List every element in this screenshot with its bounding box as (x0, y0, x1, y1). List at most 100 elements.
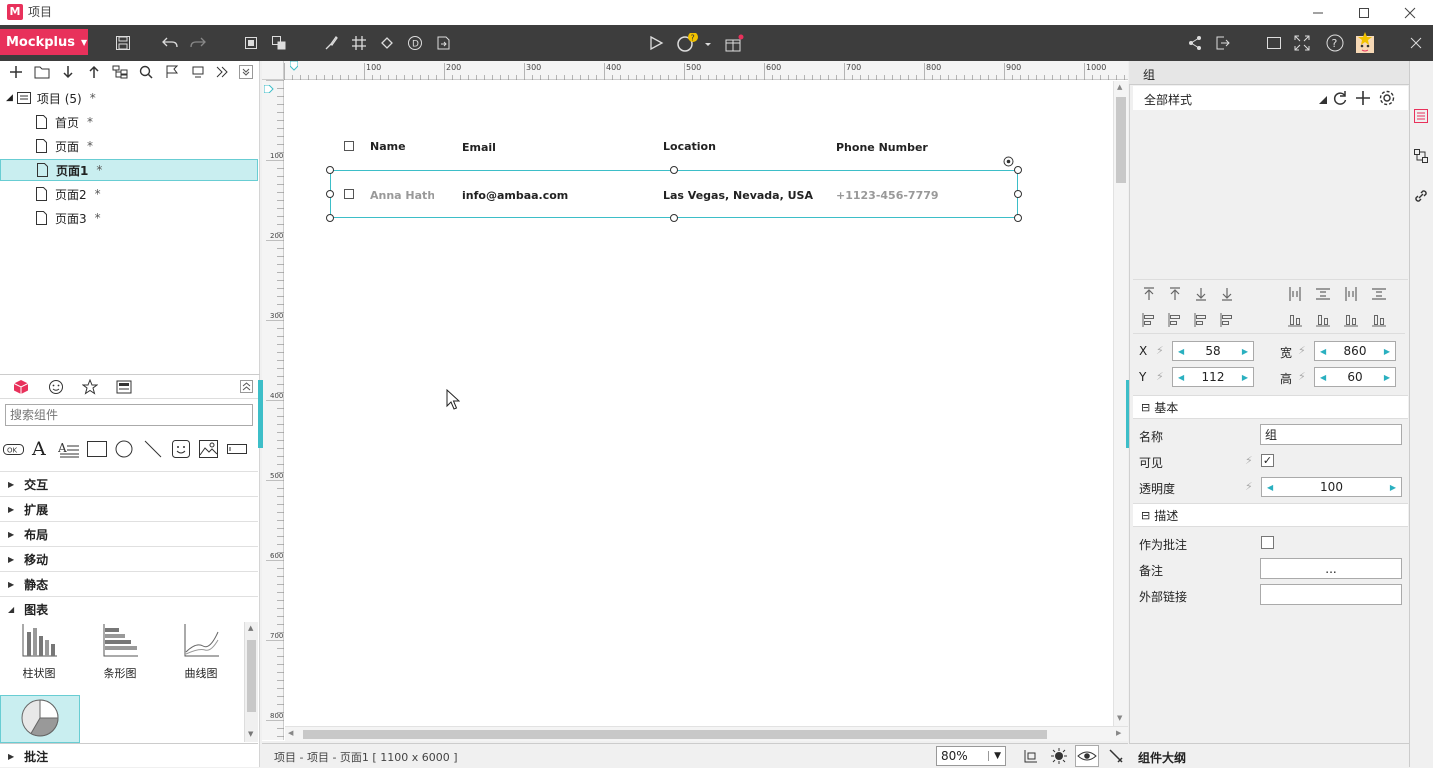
outline-tab[interactable]: 组件大纲 (1129, 743, 1433, 767)
rotate-handle-icon[interactable] (1003, 156, 1014, 167)
decrement-icon[interactable]: ◀ (1178, 373, 1184, 382)
avatar[interactable] (1354, 32, 1374, 53)
category-item[interactable]: ◢ 图表 (0, 596, 258, 621)
fullscreen-icon[interactable] (1292, 33, 1312, 53)
save-icon[interactable] (113, 33, 133, 53)
bar-chart-component[interactable]: 柱状图 (9, 622, 69, 681)
properties-tab-icon[interactable] (1413, 108, 1429, 124)
resize-handle-t[interactable] (670, 166, 678, 174)
equal-width-icon[interactable] (1219, 312, 1235, 328)
header-name[interactable]: Name (370, 140, 406, 153)
tree-expand-icon[interactable]: ◢ (6, 93, 13, 103)
stamp-icon[interactable] (189, 63, 207, 81)
more-icon[interactable] (213, 63, 231, 81)
text-component-icon[interactable]: A (32, 438, 46, 460)
search-icon[interactable] (137, 63, 155, 81)
style-settings-icon[interactable] (1378, 89, 1396, 107)
move-up-icon[interactable] (85, 63, 103, 81)
x-lightning-icon[interactable]: ⚡ (1156, 344, 1164, 357)
add-page-icon[interactable] (7, 63, 25, 81)
component-search-input[interactable] (5, 404, 253, 426)
category-item[interactable]: ▶ 扩展 (0, 496, 258, 521)
decrement-icon[interactable]: ◀ (1320, 373, 1326, 382)
add-style-icon[interactable] (1355, 90, 1371, 106)
collapse-library-icon[interactable] (240, 380, 253, 393)
visible-lightning-icon[interactable]: ⚡ (1245, 454, 1253, 467)
height-lightning-icon[interactable]: ⚡ (1298, 370, 1306, 383)
library-scrollbar[interactable]: ▲ ▼ (244, 622, 258, 742)
emoji-component-icon[interactable] (172, 440, 190, 458)
tools-icon[interactable] (1107, 747, 1125, 765)
tree-page-item[interactable]: 页面1 * (0, 159, 258, 181)
help-icon[interactable]: ? (1325, 33, 1345, 53)
emoji-tab-icon[interactable] (45, 377, 67, 397)
line-chart-component[interactable]: 曲线图 (171, 622, 231, 681)
basic-section-header[interactable]: ⊟ 基本 (1133, 395, 1408, 419)
category-item[interactable]: ▶ 移动 (0, 546, 258, 571)
tree-page-item[interactable]: 页面3 * (0, 207, 258, 229)
folder-icon[interactable] (33, 63, 51, 81)
align-bottom-icon[interactable] (1343, 312, 1359, 328)
header-email[interactable]: Email (462, 141, 496, 154)
input-component-icon[interactable] (227, 444, 247, 454)
increment-icon[interactable]: ▶ (1384, 373, 1390, 382)
width-stepper[interactable]: ◀ 860 ▶ (1314, 341, 1396, 361)
style-dropdown-icon[interactable] (1319, 96, 1327, 104)
left-panel-splitter[interactable] (258, 380, 263, 448)
send-to-back-icon[interactable] (1219, 286, 1235, 302)
redo-icon[interactable] (188, 33, 208, 53)
opacity-lightning-icon[interactable]: ⚡ (1245, 480, 1253, 493)
category-annotation[interactable]: ▶ 批注 (0, 743, 258, 768)
eye-icon[interactable] (1075, 745, 1099, 767)
group-icon[interactable] (241, 33, 261, 53)
horizontal-scrollbar[interactable]: ◀ ▶ (285, 726, 1128, 741)
brand-menu-button[interactable]: Mockplus ▼ (0, 29, 88, 55)
collapse-section-icon[interactable]: ⊟ (1141, 509, 1150, 522)
grid-icon[interactable] (349, 33, 369, 53)
header-location[interactable]: Location (663, 140, 716, 153)
image-component-icon[interactable] (199, 440, 218, 458)
opacity-stepper[interactable]: ◀ 100 ▶ (1261, 477, 1402, 497)
move-forward-icon[interactable] (1167, 286, 1183, 302)
preview-play-icon[interactable] (646, 33, 666, 53)
link-tab-icon[interactable] (1413, 188, 1429, 204)
align-middle-icon[interactable] (1315, 312, 1331, 328)
style-select[interactable]: 全部样式 (1133, 86, 1408, 110)
tree-page-item[interactable]: 页面2 * (0, 183, 258, 205)
align-right-icon[interactable] (1193, 312, 1209, 328)
decrement-icon[interactable]: ◀ (1178, 347, 1184, 356)
close-button[interactable] (1387, 0, 1433, 25)
zoom-select[interactable]: 80% ▼ (936, 746, 1006, 766)
maximize-button[interactable] (1341, 0, 1387, 25)
increment-icon[interactable]: ▶ (1242, 373, 1248, 382)
link-field[interactable] (1260, 584, 1402, 605)
template-tab-icon[interactable] (113, 377, 135, 397)
components-tab-icon[interactable] (10, 377, 32, 397)
category-item[interactable]: ▶ 交互 (0, 471, 258, 496)
share-icon[interactable] (1185, 33, 1205, 53)
tree-page-item[interactable]: 页面 * (0, 135, 258, 157)
decrement-icon[interactable]: ◀ (1267, 483, 1273, 492)
sitemap-icon[interactable] (111, 63, 129, 81)
brightness-icon[interactable] (1050, 747, 1068, 765)
format-brush-icon[interactable] (321, 33, 341, 53)
width-lightning-icon[interactable]: ⚡ (1298, 344, 1306, 357)
row-name[interactable]: Anna Hathn (370, 189, 434, 202)
fill-icon[interactable] (377, 33, 397, 53)
ruler-left-marker-icon[interactable] (264, 85, 274, 93)
line-component-icon[interactable] (144, 440, 162, 458)
resize-handle-tl[interactable] (326, 166, 334, 174)
y-stepper[interactable]: ◀ 112 ▶ (1172, 367, 1254, 387)
move-down-icon[interactable] (59, 63, 77, 81)
space-h-icon[interactable] (1315, 286, 1331, 302)
export-icon[interactable] (1213, 33, 1233, 53)
tree-page-item[interactable]: 首页 * (0, 111, 258, 133)
style-list[interactable] (1133, 112, 1408, 280)
increment-icon[interactable]: ▶ (1242, 347, 1248, 356)
category-item[interactable]: ▶ 静态 (0, 571, 258, 596)
height-stepper[interactable]: ◀ 60 ▶ (1314, 367, 1396, 387)
resize-handle-tr[interactable] (1014, 166, 1022, 174)
ungroup-icon[interactable] (269, 33, 289, 53)
row-location[interactable]: Las Vegas, Nevada, USA (663, 189, 813, 202)
increment-icon[interactable]: ▶ (1390, 483, 1396, 492)
